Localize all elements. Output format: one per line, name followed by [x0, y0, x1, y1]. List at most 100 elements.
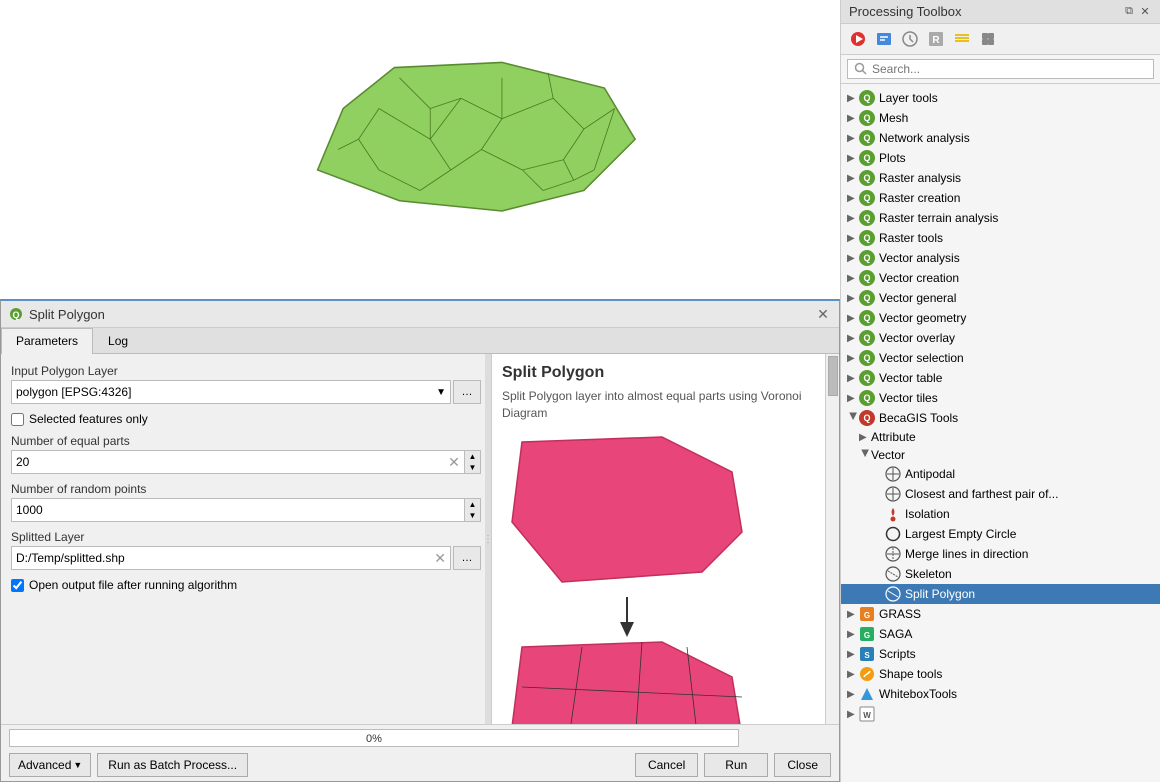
- tree-item-scripts[interactable]: ▶ Shape tools: [841, 664, 1160, 684]
- selected-features-checkbox[interactable]: [11, 413, 24, 426]
- tree-arrow-plots: ▶: [847, 153, 859, 164]
- tree-item-vector-overlay[interactable]: ▶ Q Vector overlay: [841, 328, 1160, 348]
- search-input[interactable]: [872, 62, 1147, 76]
- random-points-down-icon[interactable]: ▼: [465, 510, 480, 521]
- progress-text: 0%: [366, 730, 382, 748]
- tree-item-raster-terrain-analysis[interactable]: ▶ Q Raster terrain analysis: [841, 208, 1160, 228]
- selected-features-row: Selected features only: [11, 412, 481, 426]
- history-icon[interactable]: [899, 28, 921, 50]
- tree-item-gdal[interactable]: ▶ G GRASS: [841, 604, 1160, 624]
- tree-arrow-raster-creation: ▶: [847, 193, 859, 204]
- tree-label-network-analysis: Network analysis: [879, 131, 970, 145]
- tree-item-raster-creation[interactable]: ▶ Q Raster creation: [841, 188, 1160, 208]
- splitted-layer-input[interactable]: D:/Temp/splitted.shp ✕: [11, 546, 451, 570]
- equal-parts-up-icon[interactable]: ▲: [465, 451, 480, 462]
- tree-item-layer-tools[interactable]: ▶ Q Layer tools: [841, 88, 1160, 108]
- tab-parameters[interactable]: Parameters: [1, 328, 93, 354]
- edit-script-icon[interactable]: [873, 28, 895, 50]
- equal-parts-clear-icon[interactable]: ✕: [444, 451, 464, 473]
- toolbox-restore-icon[interactable]: ⧉: [1122, 5, 1136, 19]
- tree-item-grass[interactable]: ▶ G SAGA: [841, 624, 1160, 644]
- combo-arrow-icon: ▼: [436, 387, 446, 398]
- options-icon[interactable]: [951, 28, 973, 50]
- close-button[interactable]: Close: [774, 753, 831, 777]
- q-icon-vector-table: Q: [859, 370, 875, 386]
- svg-text:G: G: [864, 611, 870, 620]
- results-icon[interactable]: R: [925, 28, 947, 50]
- q-icon-layer-tools: Q: [859, 90, 875, 106]
- preview-title: Split Polygon: [502, 364, 819, 382]
- splitted-layer-clear-icon[interactable]: ✕: [434, 550, 446, 567]
- tree-arrow-raster-terrain: ▶: [847, 213, 859, 224]
- tree-item-mesh[interactable]: ▶ Q Mesh: [841, 108, 1160, 128]
- tree-arrow-mesh: ▶: [847, 113, 859, 124]
- tree-item-shape-tools[interactable]: ▶ WhiteboxTools: [841, 684, 1160, 704]
- batch-process-button[interactable]: Run as Batch Process...: [97, 753, 248, 777]
- svg-text:Q: Q: [12, 310, 19, 320]
- tree-item-vector-creation[interactable]: ▶ Q Vector creation: [841, 268, 1160, 288]
- advanced-arrow-icon: ▼: [73, 760, 82, 770]
- tree-item-vector-group[interactable]: ▶ Vector: [841, 446, 1160, 464]
- splitted-layer-browse-button[interactable]: …: [453, 546, 481, 570]
- search-input-wrap: [847, 59, 1154, 79]
- tree-item-merge-lines[interactable]: Merge lines in direction: [841, 544, 1160, 564]
- equal-parts-input[interactable]: [12, 455, 444, 469]
- tree-arrow-attribute: ▶: [859, 432, 871, 443]
- input-layer-row: polygon [EPSG:4326] ▼ …: [11, 380, 481, 404]
- tree-item-isolation[interactable]: Isolation: [841, 504, 1160, 524]
- tab-log[interactable]: Log: [93, 328, 143, 353]
- preview-scrollbar[interactable]: [825, 354, 839, 724]
- q-icon-raster-creation: Q: [859, 190, 875, 206]
- q-icon-vector-selection: Q: [859, 350, 875, 366]
- random-points-up-icon[interactable]: ▲: [465, 499, 480, 510]
- tree-label-antipodal: Antipodal: [905, 467, 955, 481]
- tree-label-saga: Scripts: [879, 647, 916, 661]
- dialog-title-text: Split Polygon: [29, 307, 105, 322]
- run-selected-icon[interactable]: [847, 28, 869, 50]
- plugins-icon[interactable]: [977, 28, 999, 50]
- tree-label-lec: Largest Empty Circle: [905, 527, 1016, 541]
- close-icon[interactable]: ✕: [815, 306, 831, 322]
- tree-label-becagis: BecaGIS Tools: [879, 411, 958, 425]
- tree-item-becagis[interactable]: ▶ Q BecaGIS Tools: [841, 408, 1160, 428]
- scripts-icon: [859, 666, 875, 682]
- tree-item-vector-selection[interactable]: ▶ Q Vector selection: [841, 348, 1160, 368]
- advanced-button[interactable]: Advanced ▼: [9, 753, 91, 777]
- q-icon-plots: Q: [859, 150, 875, 166]
- tree-item-network-analysis[interactable]: ▶ Q Network analysis: [841, 128, 1160, 148]
- toolbox-close-icon[interactable]: ✕: [1138, 5, 1152, 19]
- progress-bar: 0%: [9, 729, 739, 747]
- tree-label-attribute: Attribute: [871, 430, 916, 444]
- cancel-button[interactable]: Cancel: [635, 753, 698, 777]
- random-points-spinner: ▲ ▼: [464, 499, 480, 521]
- q-icon-vector-geometry: Q: [859, 310, 875, 326]
- tree-item-antipodal[interactable]: Antipodal: [841, 464, 1160, 484]
- input-layer-combo[interactable]: polygon [EPSG:4326] ▼: [11, 380, 451, 404]
- tree-item-largest-empty-circle[interactable]: Largest Empty Circle: [841, 524, 1160, 544]
- tree-item-closest-farthest[interactable]: Closest and farthest pair of...: [841, 484, 1160, 504]
- input-layer-browse-button[interactable]: …: [453, 380, 481, 404]
- tree-item-vector-general[interactable]: ▶ Q Vector general: [841, 288, 1160, 308]
- svg-text:G: G: [864, 631, 870, 640]
- preview-diagram: [502, 432, 792, 724]
- tree-arrow-shape-tools: ▶: [847, 689, 859, 700]
- tree-item-whitebox[interactable]: ▶ W: [841, 704, 1160, 724]
- tree-item-split-polygon[interactable]: Split Polygon: [841, 584, 1160, 604]
- random-points-input[interactable]: [12, 503, 464, 517]
- tree-item-attribute[interactable]: ▶ Attribute: [841, 428, 1160, 446]
- open-output-checkbox[interactable]: [11, 579, 24, 592]
- tree-item-vector-geometry[interactable]: ▶ Q Vector geometry: [841, 308, 1160, 328]
- tree-item-vector-analysis[interactable]: ▶ Q Vector analysis: [841, 248, 1160, 268]
- tree-item-skeleton[interactable]: Skeleton: [841, 564, 1160, 584]
- tree-item-saga[interactable]: ▶ S Scripts: [841, 644, 1160, 664]
- equal-parts-down-icon[interactable]: ▼: [465, 462, 480, 473]
- tree-item-vector-table[interactable]: ▶ Q Vector table: [841, 368, 1160, 388]
- tree-item-plots[interactable]: ▶ Q Plots: [841, 148, 1160, 168]
- gdal-icon: G: [859, 606, 875, 622]
- tree-item-raster-tools[interactable]: ▶ Q Raster tools: [841, 228, 1160, 248]
- tree-item-raster-analysis[interactable]: ▶ Q Raster analysis: [841, 168, 1160, 188]
- tree-label-vector-creation: Vector creation: [879, 271, 959, 285]
- tree-label-split-polygon: Split Polygon: [905, 587, 975, 601]
- tree-item-vector-tiles[interactable]: ▶ Q Vector tiles: [841, 388, 1160, 408]
- run-button[interactable]: Run: [704, 753, 768, 777]
